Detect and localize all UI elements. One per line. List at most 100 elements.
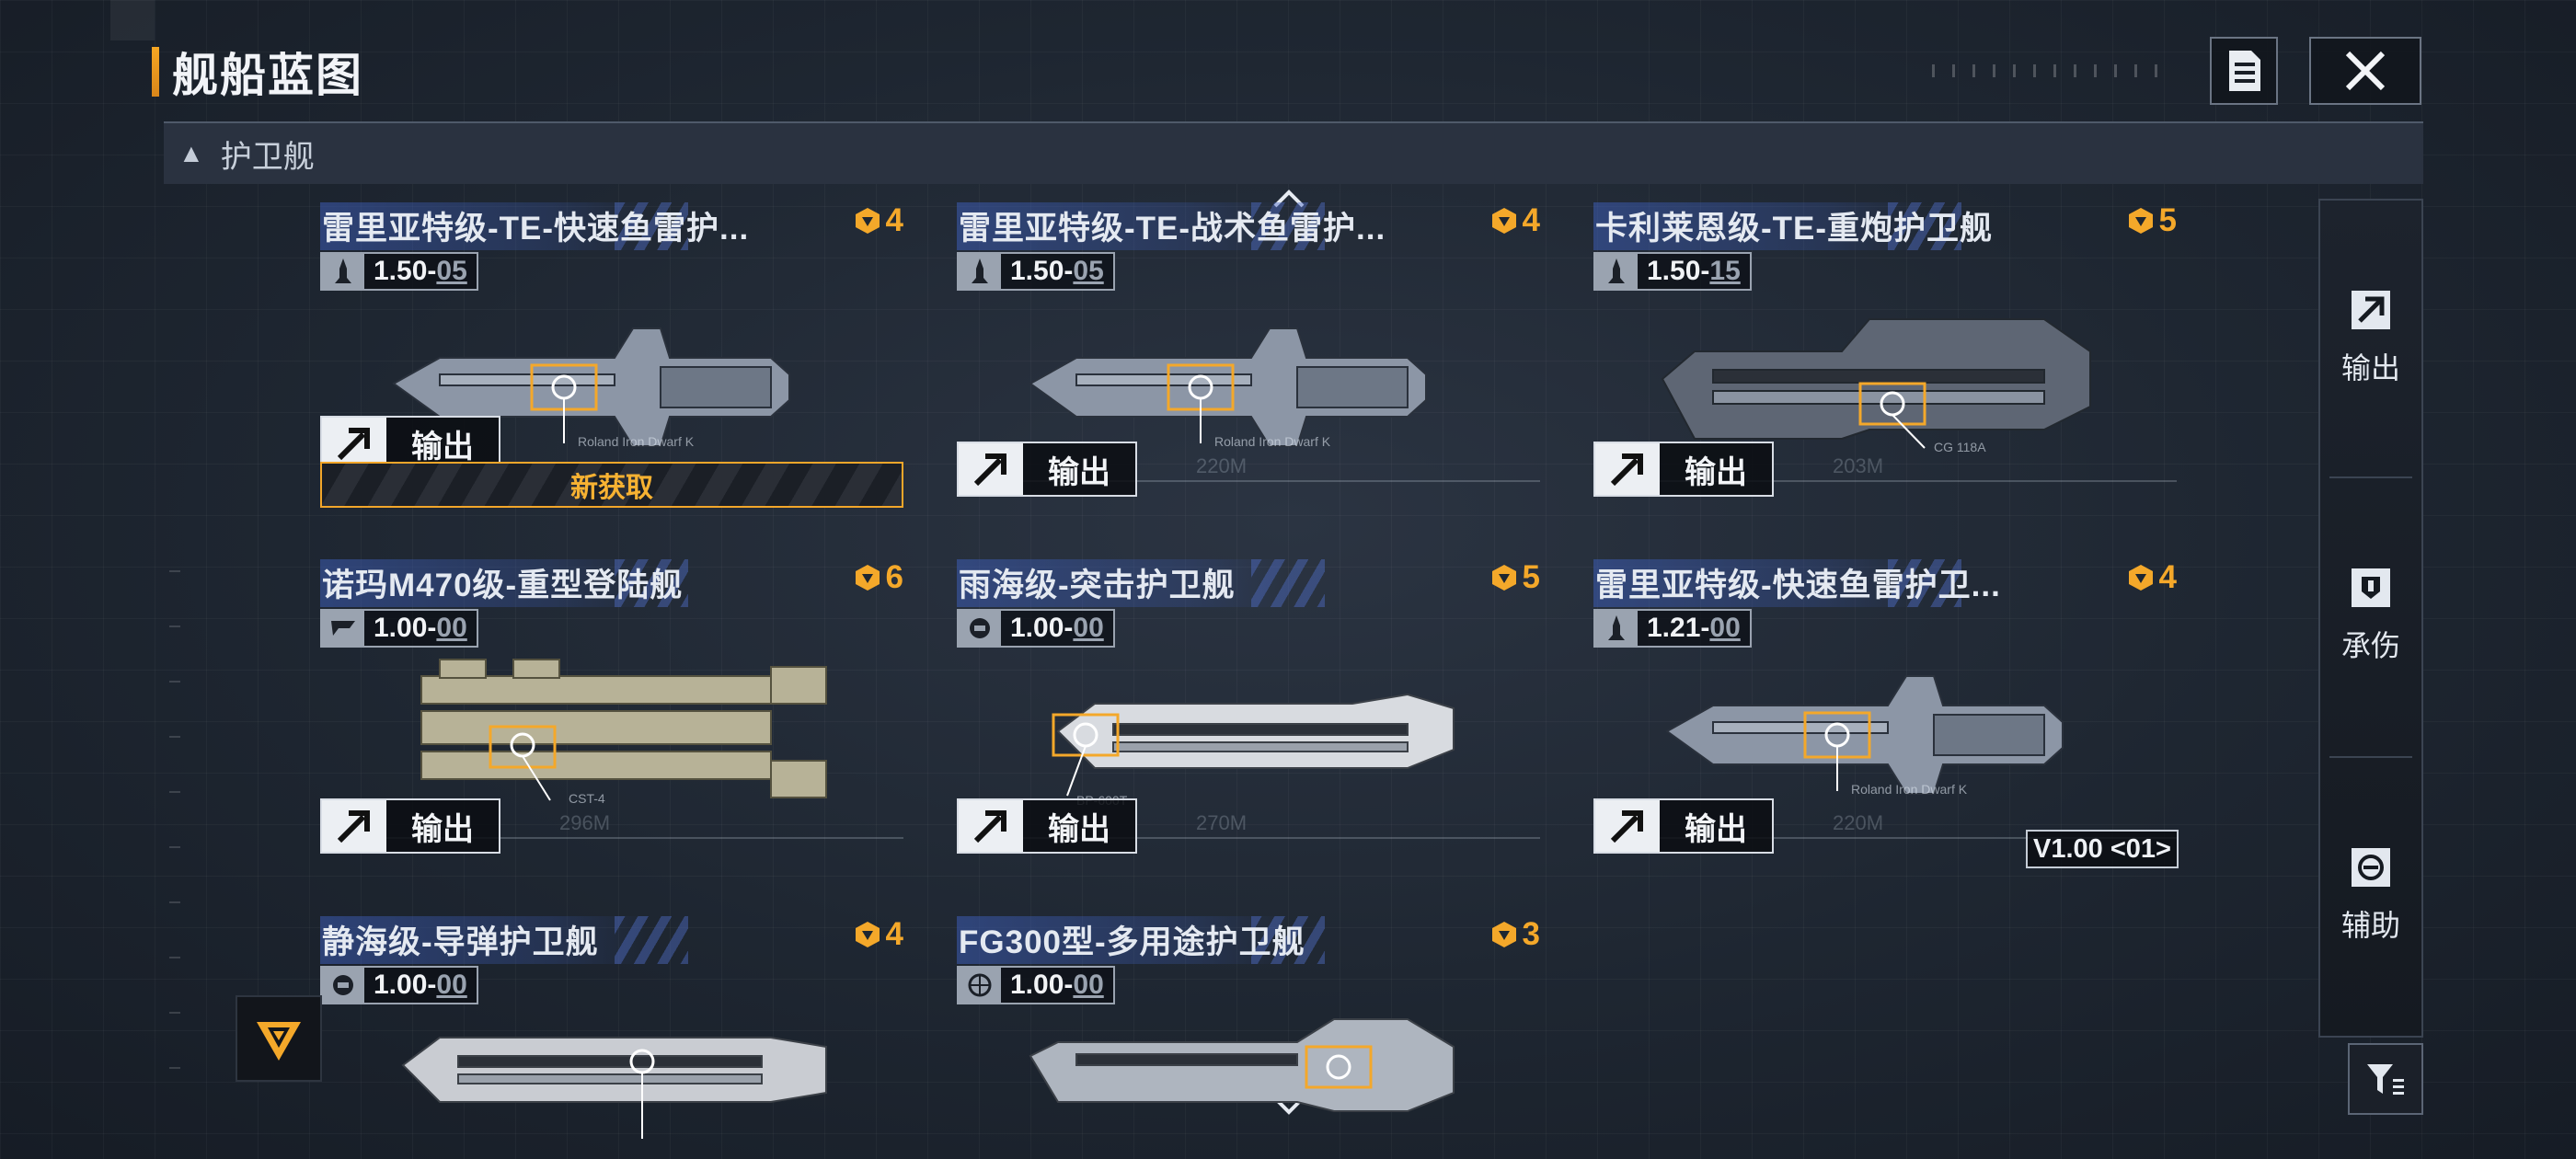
ship-name: 雷里亚特级-快速鱼雷护卫... (1595, 568, 2001, 603)
ship-length: 270M (1196, 811, 1248, 834)
filter-icon (2367, 1064, 2404, 1095)
tier-badge: 6 (853, 559, 903, 596)
header-tick-decoration (1932, 64, 2171, 77)
tier-badge: 5 (2126, 202, 2177, 239)
tier-value: 5 (2158, 202, 2177, 238)
role-output[interactable]: 输出 (2320, 201, 2421, 476)
role-support[interactable]: 辅助 (2320, 758, 2421, 1034)
export-label: 输出 (1048, 811, 1110, 847)
arrow-export-icon (1595, 443, 1660, 495)
ship-tag: CST-4 (569, 791, 605, 806)
ship-name: FG300型-多用途护卫舰 (959, 924, 1305, 960)
tier-icon (1491, 922, 1516, 947)
close-button[interactable] (2309, 37, 2421, 105)
export-label: 输出 (1685, 811, 1747, 847)
tier-icon (2128, 208, 2153, 234)
rocket-icon (959, 254, 1001, 289)
corner-decoration (110, 0, 155, 40)
role-label: 输出 (2340, 351, 2400, 384)
role-label: 辅助 (2340, 909, 2400, 942)
export-label: 输出 (1685, 454, 1747, 490)
ship-blueprint: BP-600T (1052, 693, 1455, 808)
tier-value: 4 (1522, 202, 1540, 238)
version-tag: 1.00-00 (957, 966, 1115, 1004)
role-tank[interactable]: 承伤 (2320, 478, 2421, 754)
tier-icon (1491, 208, 1516, 234)
arrow-export-icon (1595, 800, 1660, 852)
tier-value: 5 (1522, 559, 1540, 595)
version-minor: 00 (436, 970, 467, 1000)
ship-length: 220M (1196, 454, 1248, 477)
ship-card[interactable]: FG300型-多用途护卫舰 3 1.00-00 (957, 909, 1540, 1159)
filter-button[interactable] (2348, 1043, 2423, 1115)
export-button[interactable]: 输出 (957, 442, 1137, 497)
rocket-icon (322, 254, 364, 289)
rocket-icon (1595, 254, 1638, 289)
document-icon (2229, 51, 2260, 91)
rank-emblem[interactable] (236, 995, 322, 1082)
ship-card[interactable]: 雷里亚特级-快速鱼雷护卫... 4 1.21-00 Roland Iron Dw… (1593, 552, 2177, 865)
rocket-icon (1595, 611, 1638, 646)
ship-length: 220M (1833, 811, 1884, 834)
ship-name: 雷里亚特级-TE-快速鱼雷护... (322, 211, 750, 247)
ship-card[interactable]: 雨海级-突击护卫舰 5 1.00-00 BP-600T 270M 输出 (957, 552, 1540, 865)
ship-tag: CG 118A (1934, 440, 1986, 454)
tier-icon (855, 922, 880, 947)
rank-emblem-icon (257, 1022, 301, 1061)
role-filter-panel: 输出 承伤 辅助 (2318, 199, 2423, 1038)
tier-value: 4 (885, 916, 903, 952)
page-title: 舰船蓝图 (172, 50, 363, 101)
shield-badge-icon (959, 611, 1001, 646)
tier-badge: 4 (853, 916, 903, 953)
arrow-export-icon (2352, 291, 2390, 329)
ship-tag: Roland Iron Dwarf K (1214, 434, 1331, 449)
shield-icon (2352, 568, 2390, 607)
ship-card[interactable]: 卡利莱恩级-TE-重炮护卫舰 5 1.50-15 CG 118A 203M 输出 (1593, 195, 2177, 508)
ruler-decoration (169, 570, 180, 1122)
export-button[interactable]: 输出 (320, 798, 500, 854)
ship-blueprint (1029, 1018, 1455, 1112)
tier-icon (855, 565, 880, 591)
export-button[interactable]: 输出 (1593, 798, 1774, 854)
ship-name: 雷里亚特级-TE-战术鱼雷护... (959, 211, 1386, 247)
arrow-export-icon (959, 443, 1023, 495)
export-button[interactable]: 输出 (1593, 442, 1774, 497)
version-tag: 1.00-00 (320, 966, 478, 1004)
version-badge: V1.00 <01> (2026, 830, 2179, 868)
arrow-export-icon (322, 800, 386, 852)
close-icon (2345, 51, 2386, 91)
ship-card[interactable]: 雷里亚特级-TE-战术鱼雷护... 4 1.50-05 Roland Iron … (957, 195, 1540, 508)
tier-badge: 4 (1489, 202, 1540, 239)
ship-blueprint (401, 1037, 827, 1139)
version-sep: - (427, 970, 437, 1000)
globe-icon (959, 968, 1001, 1003)
tier-value: 6 (885, 559, 903, 595)
tier-value: 4 (2158, 559, 2177, 595)
category-header[interactable]: ▲ 护卫舰 (164, 121, 2423, 184)
version-major: 1.00 (1010, 970, 1064, 1000)
ship-name: 卡利莱恩级-TE-重炮护卫舰 (1595, 211, 1994, 247)
collapse-arrow-icon: ▲ (178, 139, 204, 167)
tier-badge: 3 (1489, 916, 1540, 953)
document-button[interactable] (2210, 37, 2278, 105)
export-label: 输出 (1048, 454, 1110, 490)
ship-length: 203M (1833, 454, 1884, 477)
tier-icon (2128, 565, 2153, 591)
tier-badge: 4 (853, 202, 903, 239)
ship-blueprint: Roland Iron Dwarf K (1029, 327, 1427, 449)
category-label: 护卫舰 (220, 139, 315, 175)
ship-name: 雨海级-突击护卫舰 (959, 568, 1236, 603)
ship-blueprint: Roland Iron Dwarf K (1665, 675, 2064, 797)
ship-card[interactable]: 诺玛M470级-重型登陆舰 6 1.00-00 CST-4 296M 输出 (320, 552, 903, 865)
tier-badge: 4 (2126, 559, 2177, 596)
support-icon (2352, 848, 2390, 887)
version-minor: 00 (1073, 970, 1104, 1000)
export-button[interactable]: 输出 (957, 798, 1137, 854)
ship-blueprint: CG 118A (1661, 318, 2091, 454)
export-label: 输出 (411, 811, 474, 847)
version-major: 1.00 (374, 970, 428, 1000)
ship-name: 静海级-导弹护卫舰 (322, 924, 599, 960)
ship-card[interactable]: 静海级-导弹护卫舰 4 1.00-00 (320, 909, 903, 1159)
shield-badge-icon (322, 968, 364, 1003)
ship-card[interactable]: 雷里亚特级-TE-快速鱼雷护... 4 1.50-05 Roland Iron … (320, 195, 903, 508)
